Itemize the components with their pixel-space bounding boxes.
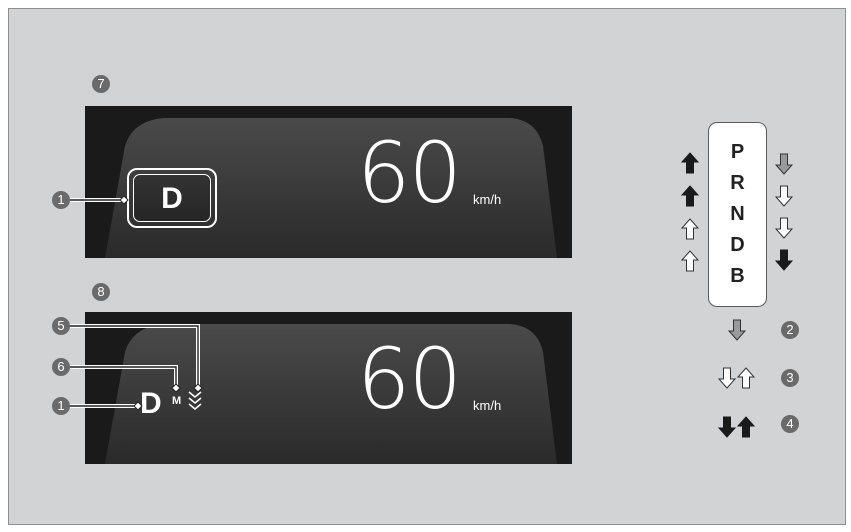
shift-arrows bbox=[681, 152, 793, 438]
legend-callout-4: 4 bbox=[781, 415, 799, 433]
up-arrow-outline-icon bbox=[681, 250, 699, 272]
down-arrow-outline-icon bbox=[775, 217, 793, 239]
legend-up-arrow-black-icon bbox=[737, 416, 755, 438]
legend-callout-3: 3 bbox=[781, 369, 799, 387]
down-arrow-outline-icon bbox=[775, 185, 793, 207]
up-arrow-black-icon bbox=[681, 152, 699, 174]
up-arrow-black-icon bbox=[681, 185, 699, 207]
legend-down-arrow-gray-icon bbox=[728, 319, 746, 341]
down-arrow-gray-icon bbox=[775, 153, 793, 175]
legend-down-arrow-outline-icon bbox=[718, 367, 736, 389]
legend-up-arrow-outline-icon bbox=[737, 367, 755, 389]
down-arrow-black-icon bbox=[775, 249, 793, 271]
up-arrow-outline-icon bbox=[681, 218, 699, 240]
legend-down-arrow-black-icon bbox=[718, 416, 736, 438]
legend-callout-2: 2 bbox=[781, 321, 799, 339]
